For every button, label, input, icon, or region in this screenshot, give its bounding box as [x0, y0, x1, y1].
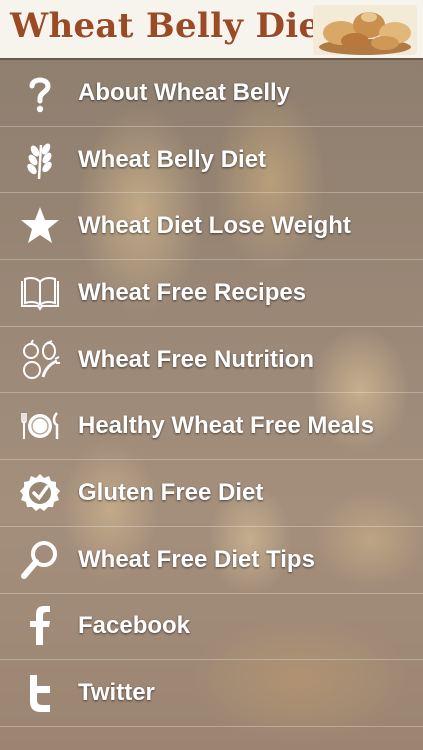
- menu-item-twitter[interactable]: Twitter: [0, 660, 423, 727]
- app-screen: Wheat Belly Diet About Wheat Belly Wheat…: [0, 0, 423, 750]
- book-icon: [16, 269, 64, 317]
- menu-item-healthy-wheat-free-meals[interactable]: Healthy Wheat Free Meals: [0, 393, 423, 461]
- menu-item-wheat-free-nutrition[interactable]: Wheat Free Nutrition: [0, 327, 423, 394]
- header-banner: Wheat Belly Diet: [0, 0, 423, 60]
- checkmark-badge-icon: [16, 469, 64, 517]
- menu-item-label: Healthy Wheat Free Meals: [78, 412, 375, 440]
- question-icon: [16, 69, 64, 117]
- menu-item-wheat-free-recipes[interactable]: Wheat Free Recipes: [0, 260, 423, 327]
- menu-item-label: Wheat Diet Lose Weight: [78, 212, 351, 240]
- menu-item-label: Facebook: [78, 612, 191, 640]
- menu-item-label: Twitter: [78, 679, 155, 707]
- twitter-icon: [16, 669, 64, 717]
- menu-item-label: Wheat Free Nutrition: [78, 345, 315, 373]
- wheat-icon: [16, 136, 64, 184]
- menu-item-label: About Wheat Belly: [78, 78, 291, 106]
- app-title: Wheat Belly Diet: [10, 6, 337, 46]
- menu-item-label: Wheat Free Recipes: [78, 278, 307, 306]
- main-menu: About Wheat Belly Wheat Belly Diet Wheat…: [0, 60, 423, 750]
- star-icon: [16, 202, 64, 250]
- menu-item-facebook[interactable]: Facebook: [0, 594, 423, 661]
- magnifier-icon: [16, 536, 64, 584]
- facebook-icon: [16, 602, 64, 650]
- menu-item-label: Wheat Free Diet Tips: [78, 545, 315, 573]
- menu-item-wheat-belly-diet[interactable]: Wheat Belly Diet: [0, 127, 423, 194]
- menu-item-label: Gluten Free Diet: [78, 478, 264, 506]
- plate-cutlery-icon: [16, 402, 64, 450]
- menu-item-about-wheat-belly[interactable]: About Wheat Belly: [0, 60, 423, 127]
- menu-item-wheat-diet-lose-weight[interactable]: Wheat Diet Lose Weight: [0, 193, 423, 261]
- menu-item-gluten-free-diet[interactable]: Gluten Free Diet: [0, 460, 423, 527]
- fruits-icon: [16, 336, 64, 384]
- menu-item-label: Wheat Belly Diet: [78, 145, 267, 173]
- menu-item-wheat-free-diet-tips[interactable]: Wheat Free Diet Tips: [0, 527, 423, 594]
- bread-basket-logo: [313, 5, 417, 55]
